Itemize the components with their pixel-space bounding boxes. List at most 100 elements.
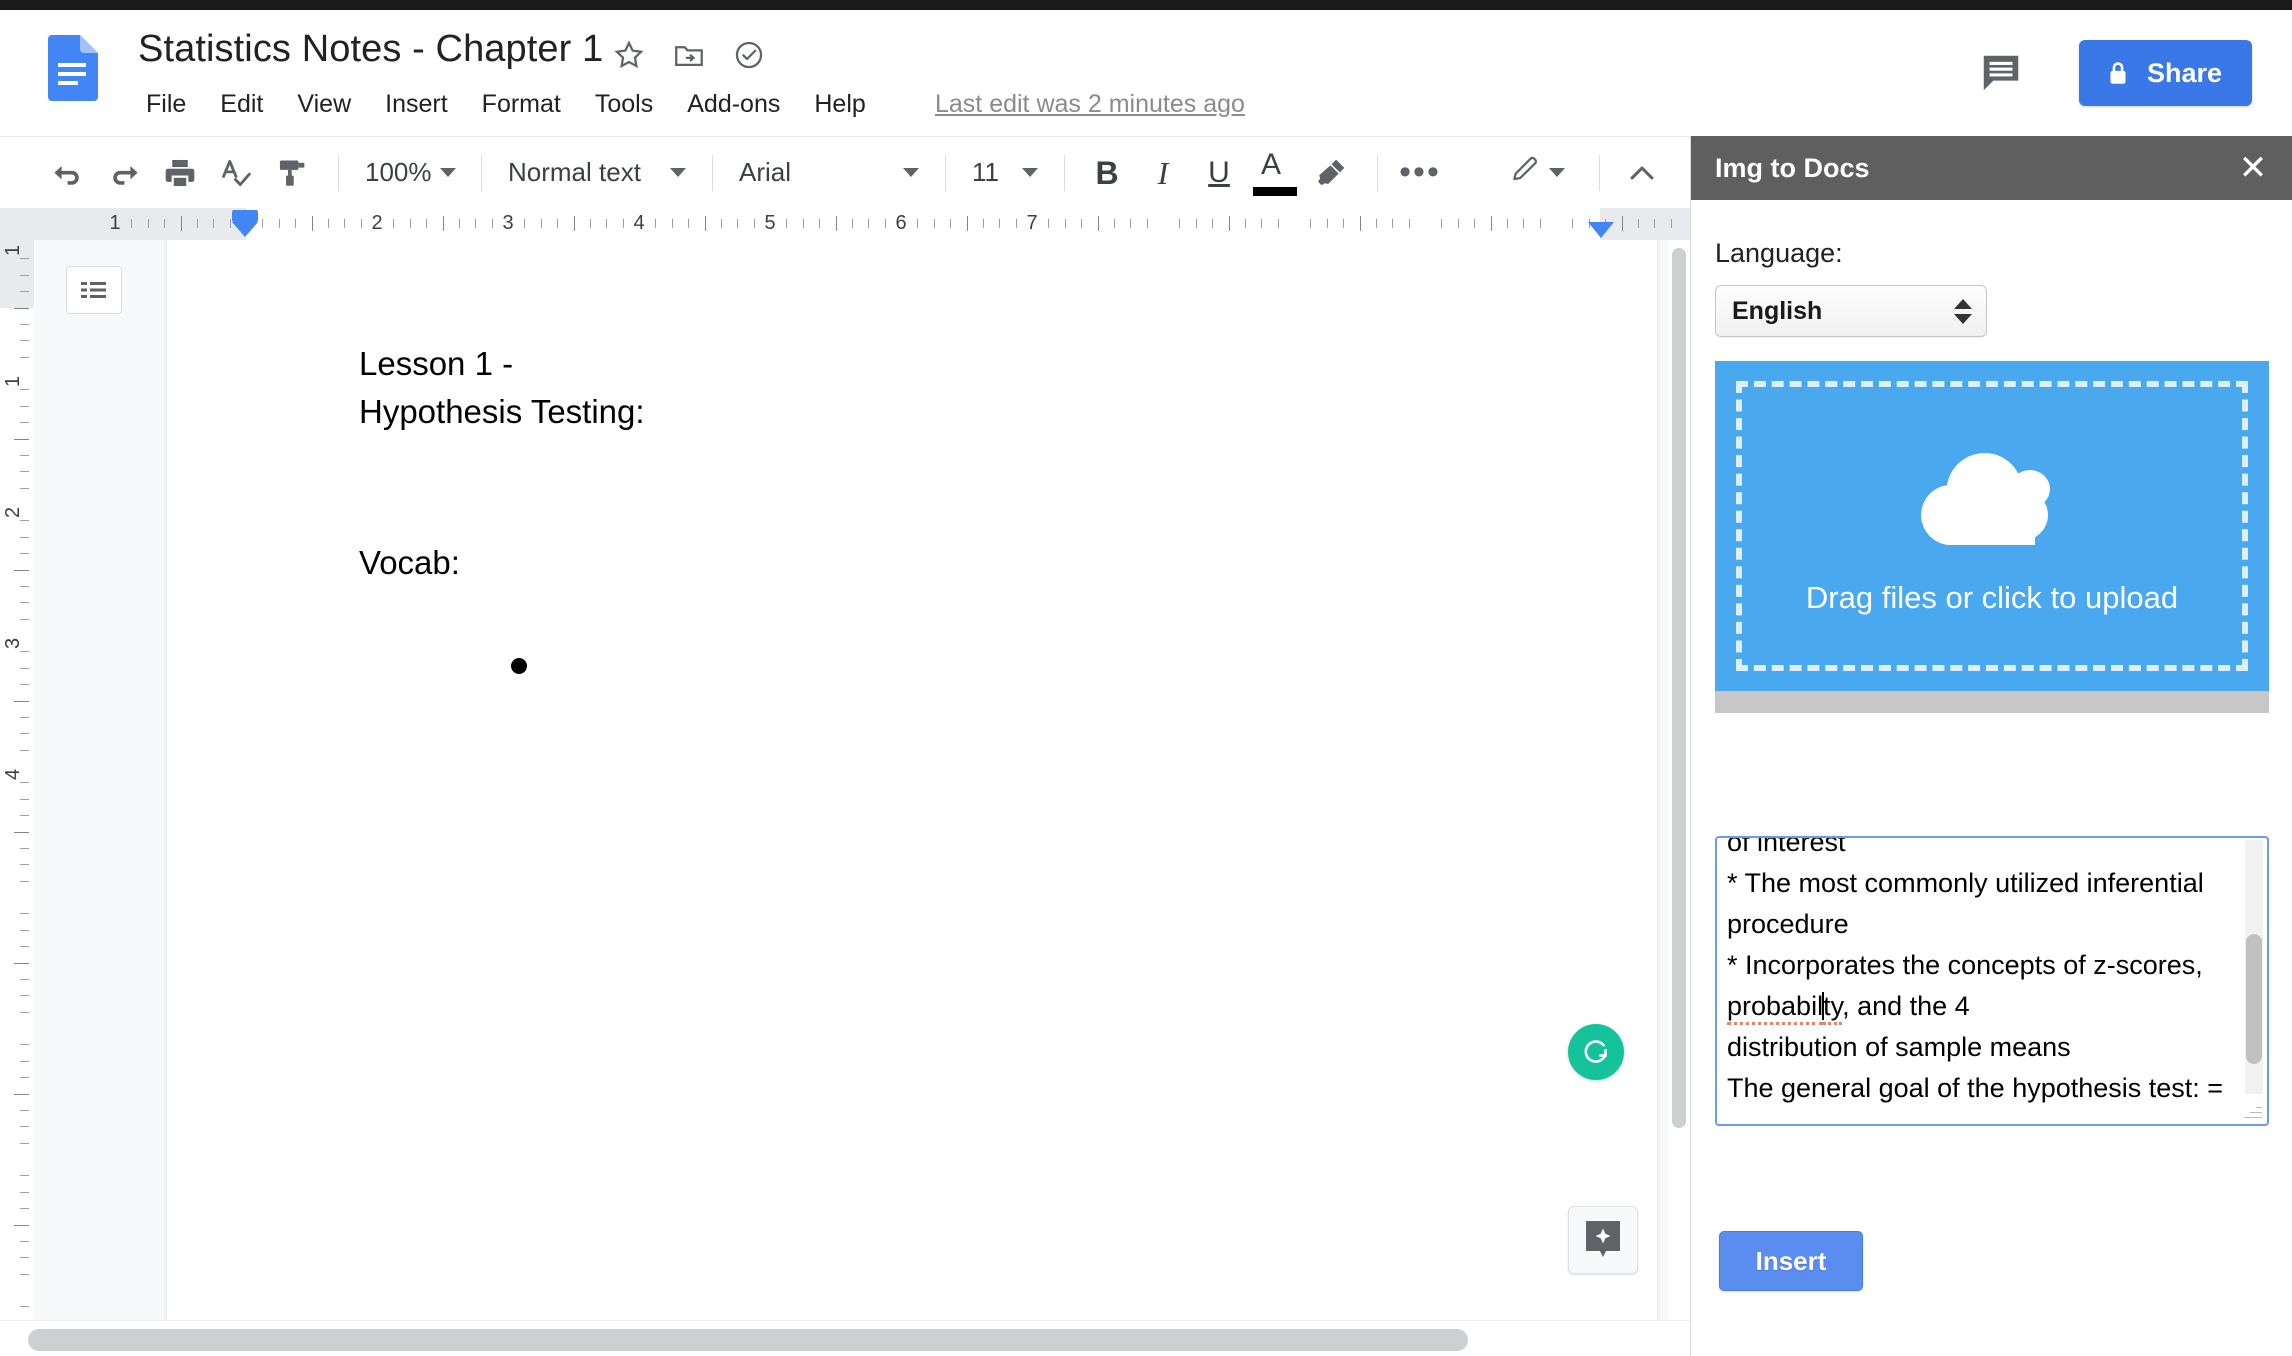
document-vertical-scrollbar[interactable] (1668, 240, 1690, 1320)
ruler-tick (180, 216, 182, 231)
zoom-value: 100% (365, 157, 432, 187)
bold-label: B (1095, 154, 1119, 191)
menu-item-help[interactable]: Help (797, 86, 882, 123)
ruler-tick (851, 219, 853, 228)
ruler-tick (229, 219, 231, 228)
menu-item-view[interactable]: View (280, 86, 368, 123)
ruler-tick (1228, 216, 1230, 231)
zoom-select[interactable]: 100% (355, 149, 465, 197)
undo-icon[interactable] (42, 147, 94, 199)
ruler-tick (950, 219, 952, 228)
vertical-ruler[interactable]: 1 1 2 3 4 (0, 240, 34, 1320)
more-options-button[interactable]: ••• (1394, 147, 1446, 199)
ruler-tick (1490, 216, 1492, 231)
textarea-scrollbar-thumb[interactable] (2246, 934, 2262, 1064)
collapse-toolbar-button[interactable] (1616, 147, 1668, 199)
ruler-tick (20, 798, 29, 800)
ruler-number: 7 (1026, 212, 1038, 234)
ocr-text-line: probabilty, and the 4 (1727, 986, 2241, 1027)
left-indent-handle[interactable] (232, 222, 258, 237)
ruler-tick (20, 929, 29, 931)
horizontal-ruler[interactable]: 11234567 (0, 208, 1690, 240)
ruler-tick (20, 978, 29, 980)
language-select[interactable]: English (1715, 285, 1987, 337)
document-outline-icon[interactable] (66, 266, 122, 314)
toolbar-divider (338, 154, 339, 191)
italic-button[interactable]: I (1137, 147, 1189, 199)
ruler-tick (1195, 219, 1197, 228)
document-editor-area: Lesson 1 - Hypothesis Testing: Vocab: (34, 240, 1690, 1320)
ruler-tick (426, 219, 428, 228)
move-to-folder-icon[interactable] (672, 38, 706, 72)
right-indent-marker[interactable] (1588, 222, 1614, 238)
menu-item-format[interactable]: Format (465, 86, 578, 123)
text-color-button[interactable]: A (1249, 147, 1301, 199)
close-icon[interactable]: ✕ (2236, 151, 2270, 185)
toolbar-divider (1377, 154, 1378, 191)
google-docs-logo-icon[interactable] (46, 35, 98, 101)
ruler-tick (20, 815, 29, 817)
ruler-tick (753, 219, 755, 228)
share-button-label: Share (2146, 57, 2222, 88)
menu-item-add-ons[interactable]: Add-ons (670, 86, 797, 123)
textarea-resize-handle[interactable] (2242, 1099, 2264, 1121)
document-horizontal-scrollbar[interactable] (0, 1320, 1690, 1356)
ocr-text-content[interactable]: of interest * The most commonly utilized … (1727, 838, 2241, 1124)
highlight-color-icon[interactable] (1305, 147, 1357, 199)
ruler-tick (1506, 219, 1508, 228)
ruler-tick (311, 216, 313, 231)
document-page[interactable]: Lesson 1 - Hypothesis Testing: Vocab: (167, 240, 1657, 1320)
bold-button[interactable]: B (1081, 147, 1133, 199)
first-line-indent-handle[interactable] (232, 210, 258, 222)
menu-bar: File Edit View Insert Format Tools Add-o… (138, 86, 883, 123)
grammarly-icon[interactable] (1568, 1024, 1624, 1080)
ruler-tick (1359, 216, 1361, 231)
ruler-tick (20, 340, 29, 342)
menu-item-tools[interactable]: Tools (578, 86, 670, 123)
horizontal-scrollbar-thumb[interactable] (28, 1329, 1468, 1351)
ruler-tick (20, 389, 29, 391)
menu-item-insert[interactable]: Insert (368, 86, 465, 123)
paint-format-icon[interactable] (266, 147, 318, 199)
menu-item-edit[interactable]: Edit (203, 86, 280, 123)
ruler-tick (20, 618, 29, 620)
vertical-scrollbar-thumb[interactable] (1672, 248, 1686, 1128)
ruler-tick (20, 946, 29, 948)
ruler-tick (20, 864, 29, 866)
ruler-tick (1637, 219, 1639, 228)
ruler-tick (20, 995, 29, 997)
font-family-select[interactable]: Arial (729, 149, 929, 197)
ruler-tick (20, 749, 29, 751)
editing-mode-select[interactable] (1499, 149, 1575, 197)
font-family-value: Arial (739, 157, 792, 187)
document-title[interactable]: Statistics Notes - Chapter 1 (138, 28, 603, 71)
ruler-number: 6 (895, 212, 907, 234)
ruler-tick (20, 454, 29, 456)
left-indent-marker[interactable] (232, 210, 258, 238)
cloud-saved-icon[interactable] (732, 38, 766, 72)
explore-button[interactable] (1568, 1206, 1638, 1274)
document-body[interactable]: Lesson 1 - Hypothesis Testing: Vocab: (359, 340, 1497, 735)
print-icon[interactable] (154, 147, 206, 199)
paragraph-style-select[interactable]: Normal text (498, 149, 696, 197)
ruler-tick (688, 219, 690, 228)
spellcheck-icon[interactable] (210, 147, 262, 199)
file-dropzone[interactable]: Drag files or click to upload (1715, 361, 2269, 691)
ruler-number: 4 (2, 768, 24, 780)
underline-button[interactable]: U (1193, 147, 1245, 199)
ruler-tick (835, 216, 837, 231)
ruler-tick (655, 219, 657, 228)
ocr-text-line: * The most commonly utilized inferential (1727, 863, 2241, 904)
ruler-tick (20, 471, 29, 473)
comment-history-icon[interactable] (1978, 50, 2024, 96)
underline-label: U (1208, 155, 1230, 189)
ocr-text-area[interactable]: of interest * The most commonly utilized … (1715, 836, 2269, 1126)
star-icon[interactable] (612, 38, 646, 72)
menu-item-file[interactable]: File (138, 86, 203, 123)
redo-icon[interactable] (98, 147, 150, 199)
font-size-select[interactable]: 11 (962, 149, 1048, 197)
last-edit-link[interactable]: Last edit was 2 minutes ago (935, 90, 1245, 119)
share-button[interactable]: Share (2078, 40, 2252, 106)
ruler-tick (884, 219, 886, 228)
insert-button[interactable]: Insert (1719, 1231, 1863, 1291)
